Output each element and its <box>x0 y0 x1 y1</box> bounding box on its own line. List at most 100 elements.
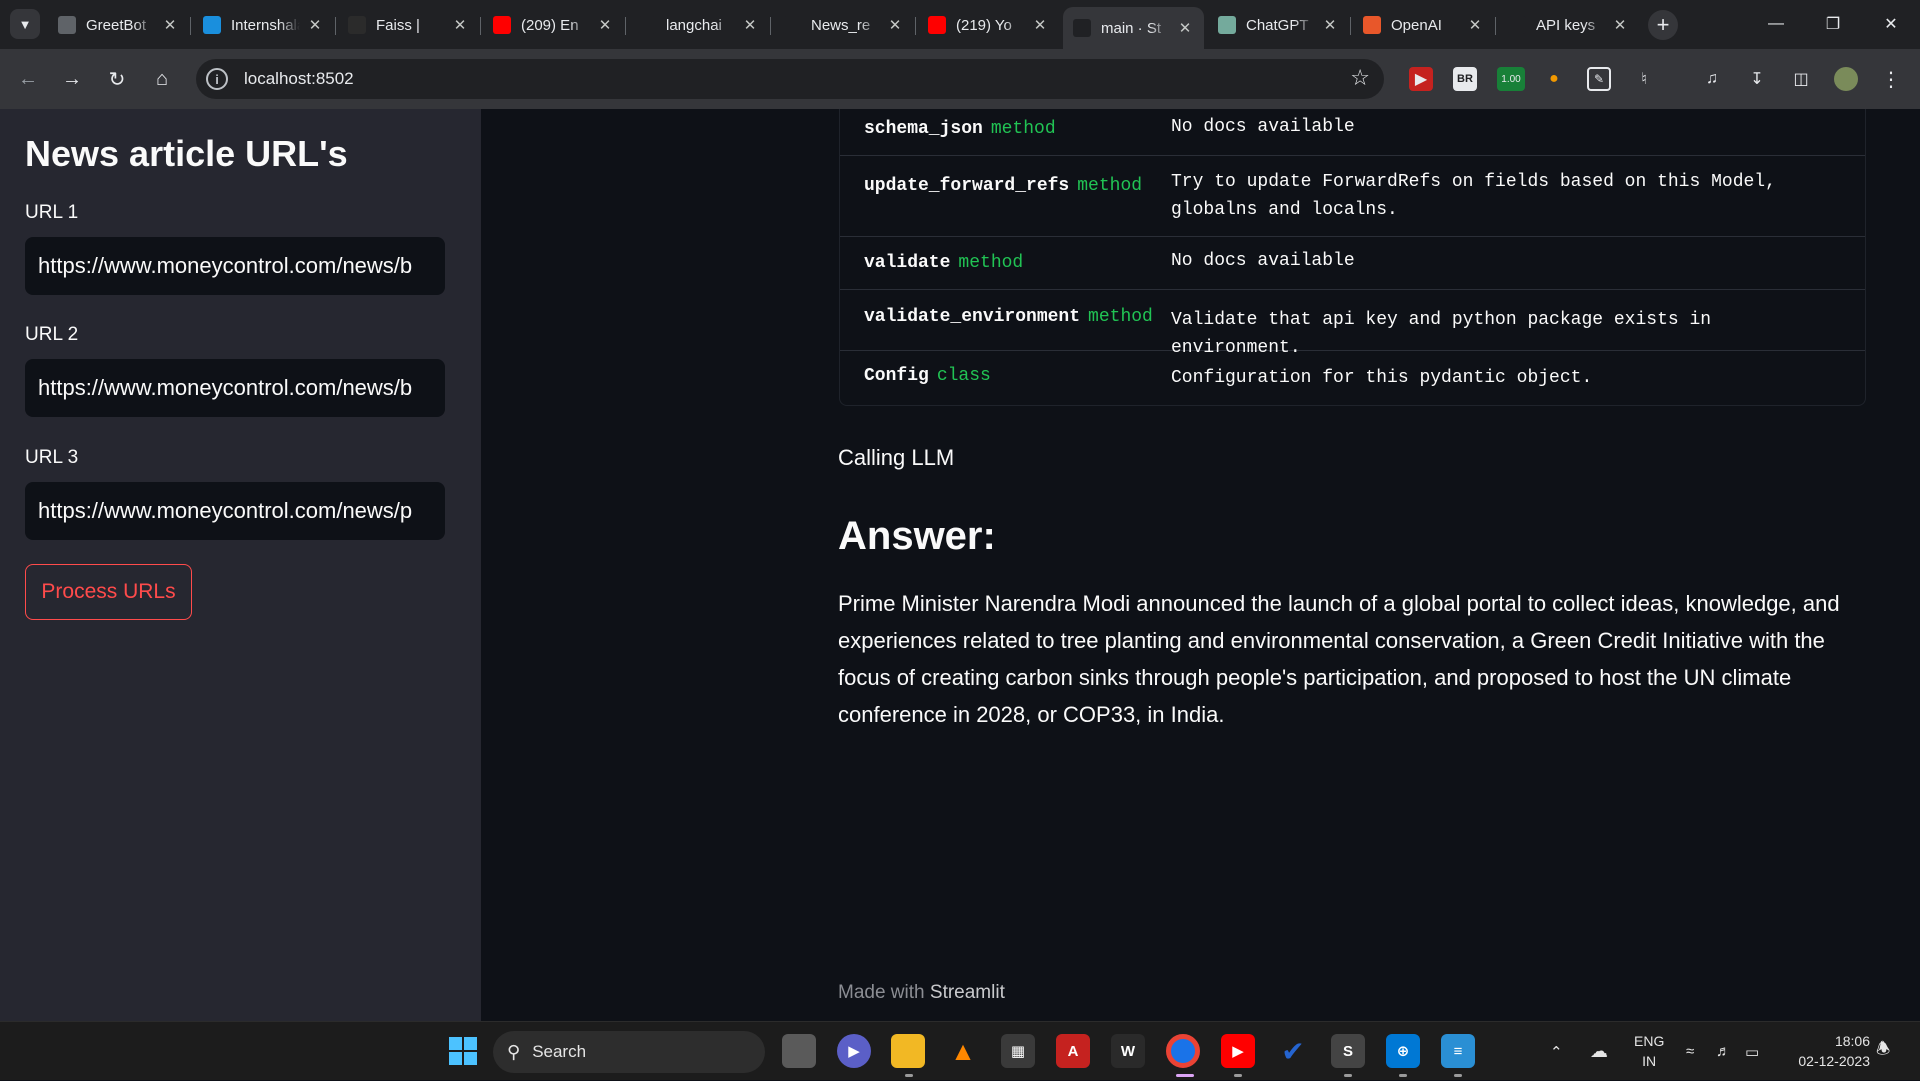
close-tab-icon[interactable]: ✕ <box>1321 16 1339 34</box>
vscode-icon[interactable]: ⊕ <box>1386 1034 1420 1068</box>
address-bar[interactable]: i localhost:8502 ☆ <box>196 59 1384 99</box>
footer-prefix: Made with <box>838 982 925 1003</box>
browser-tab[interactable]: News_re ✕ <box>773 7 914 43</box>
taskbar-search[interactable]: ⚲ Search <box>493 1031 765 1073</box>
search-icon: ⚲ <box>507 1041 521 1062</box>
process-urls-button[interactable]: Process URLs <box>25 564 192 620</box>
browser-tab[interactable]: ChatGPT ✕ <box>1208 7 1349 43</box>
extensions-puzzle-icon[interactable]: ♮ <box>1632 67 1656 91</box>
tab-title: (209) En <box>521 16 579 34</box>
flame-ext-icon[interactable]: ● <box>1542 67 1566 91</box>
tab-title: API keys <box>1536 16 1596 34</box>
streamlit-app-icon[interactable]: S <box>1331 1034 1365 1068</box>
download-icon[interactable]: ↧ <box>1745 67 1769 91</box>
show-hidden-icons[interactable]: ⌃ <box>1550 1022 1563 1081</box>
tab-separator <box>1495 17 1496 35</box>
tab-search-button[interactable]: ▼ <box>10 9 40 39</box>
close-tab-icon[interactable]: ✕ <box>451 16 469 34</box>
youtube-ext-icon[interactable]: ▶ <box>1409 67 1433 91</box>
browser-tab[interactable]: langchai ✕ <box>628 7 769 43</box>
url-3-input[interactable] <box>25 482 445 540</box>
windows-start-icon[interactable] <box>446 1034 480 1068</box>
tab-title: OpenAI <box>1391 16 1442 34</box>
browser-tab[interactable]: GreetBot ✕ <box>48 7 189 43</box>
predator-icon[interactable]: W <box>1111 1034 1145 1068</box>
volume-icon[interactable]: ♬ <box>1716 1022 1731 1081</box>
close-tab-icon[interactable]: ✕ <box>1176 19 1194 37</box>
battery-icon[interactable]: ▭ <box>1745 1022 1759 1081</box>
docs-row: schema_json method No docs available <box>840 109 1865 156</box>
side-panel-icon[interactable]: ◫ <box>1789 67 1813 91</box>
todo-icon[interactable]: ✔ <box>1276 1034 1310 1068</box>
browser-tab[interactable]: Internshala ✕ <box>193 7 334 43</box>
docs-kind: method <box>1077 176 1143 196</box>
chrome-active-indicator <box>1176 1074 1194 1077</box>
address-url: localhost:8502 <box>244 69 354 88</box>
close-window-icon[interactable]: ✕ <box>1869 9 1913 39</box>
chrome-icon[interactable] <box>1166 1034 1200 1068</box>
notepad-icon[interactable]: ≡ <box>1441 1034 1475 1068</box>
close-tab-icon[interactable]: ✕ <box>1031 16 1049 34</box>
new-tab-button[interactable]: + <box>1648 10 1678 40</box>
docs-row: update_forward_refs method Try to update … <box>840 156 1865 237</box>
wifi-icon[interactable]: ≈ <box>1686 1022 1694 1081</box>
clock[interactable]: 18:06 02-12-2023 <box>1798 1031 1870 1071</box>
browser-tab[interactable]: (209) En ✕ <box>483 7 624 43</box>
teams-chat-icon[interactable]: ▶ <box>837 1034 871 1068</box>
notification-bell-icon[interactable]: 🕭 <box>1876 1022 1890 1081</box>
url-1-input[interactable] <box>25 237 445 295</box>
reload-icon[interactable]: ↻ <box>101 63 133 95</box>
close-tab-icon[interactable]: ✕ <box>306 16 324 34</box>
docs-row: Config class Configuration for this pydan… <box>840 351 1865 405</box>
media-control-icon[interactable]: ♫ <box>1700 67 1724 91</box>
file-explorer-icon[interactable] <box>891 1034 925 1068</box>
task-view-icon[interactable] <box>782 1034 816 1068</box>
minimize-icon[interactable]: — <box>1754 9 1798 39</box>
vscode-running-indicator <box>1399 1074 1407 1077</box>
tab-separator <box>480 17 481 35</box>
chatgpt-icon <box>1218 16 1236 34</box>
close-tab-icon[interactable]: ✕ <box>1466 16 1484 34</box>
br-ext-icon[interactable]: BR <box>1453 67 1477 91</box>
docs-name: schema_json <box>864 119 983 139</box>
edit-ext-icon[interactable]: ✎ <box>1587 67 1611 91</box>
onedrive-icon[interactable]: ☁ <box>1590 1022 1608 1081</box>
browser-tab[interactable]: API keys ✕ <box>1498 7 1639 43</box>
streamlit-link[interactable]: Streamlit <box>930 982 1005 1003</box>
close-tab-icon[interactable]: ✕ <box>161 16 179 34</box>
close-tab-icon[interactable]: ✕ <box>886 16 904 34</box>
microsoft-store-icon[interactable]: ▦ <box>1001 1034 1035 1068</box>
url-2-input[interactable] <box>25 359 445 417</box>
close-tab-icon[interactable]: ✕ <box>1611 16 1629 34</box>
youtube-app-icon[interactable]: ▶ <box>1221 1034 1255 1068</box>
speed-ext-icon[interactable]: 1.00 <box>1497 67 1525 91</box>
profile-avatar-icon[interactable] <box>1834 67 1858 91</box>
explorer-running-indicator <box>905 1074 913 1077</box>
taskbar-search-label: Search <box>532 1042 587 1061</box>
github-icon <box>638 16 656 34</box>
back-icon[interactable]: ← <box>12 63 44 95</box>
docs-kind: method <box>990 119 1056 139</box>
streamlit-icon <box>1073 19 1091 37</box>
browser-tab[interactable]: OpenAI ✕ <box>1353 7 1494 43</box>
restore-icon[interactable]: ❐ <box>1811 9 1855 39</box>
vlc-icon[interactable]: ▲ <box>946 1034 980 1068</box>
acrobat-icon[interactable]: A <box>1056 1034 1090 1068</box>
notepad-running-indicator <box>1454 1074 1462 1077</box>
browser-tab[interactable]: main · St ✕ <box>1063 7 1204 49</box>
bookmark-star-icon[interactable]: ☆ <box>1350 65 1370 91</box>
home-icon[interactable]: ⌂ <box>146 63 178 95</box>
tab-title: Faiss | <box>376 16 420 34</box>
browser-tab[interactable]: (219) Yo ✕ <box>918 7 1059 43</box>
url-2-label: URL 2 <box>25 324 79 345</box>
browser-tab[interactable]: Faiss | ✕ <box>338 7 479 43</box>
language-indicator[interactable]: ENG IN <box>1634 1031 1664 1071</box>
browser-toolbar: ← → ↻ ⌂ i localhost:8502 ☆ ▶ BR 1.00 ● ✎… <box>0 49 1920 109</box>
greetbot-icon <box>58 16 76 34</box>
site-info-icon[interactable]: i <box>206 68 228 90</box>
kebab-menu-icon[interactable]: ⋮ <box>1879 67 1903 91</box>
forward-icon[interactable]: → <box>56 63 88 95</box>
close-tab-icon[interactable]: ✕ <box>596 16 614 34</box>
close-tab-icon[interactable]: ✕ <box>741 16 759 34</box>
docs-description: No docs available <box>1171 117 1355 137</box>
